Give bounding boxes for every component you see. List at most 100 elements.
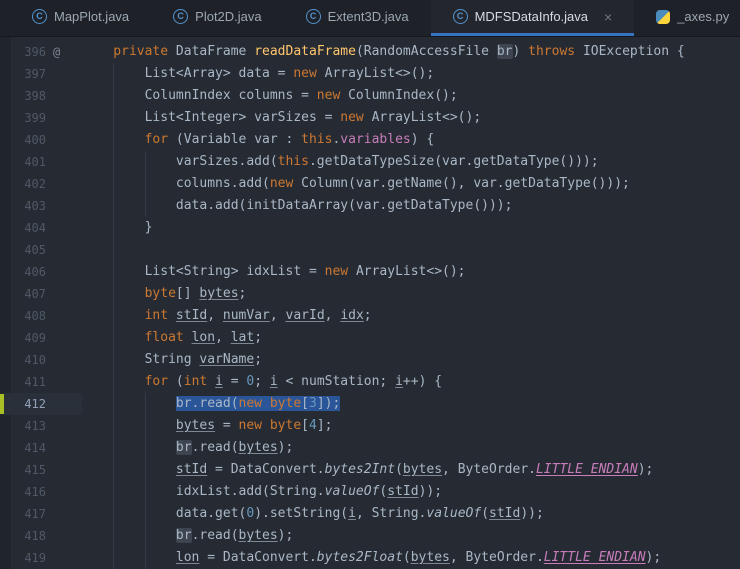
line-number[interactable]: 412 (0, 393, 46, 415)
code-line-397[interactable]: 397List<Array> data = new ArrayList<>(); (0, 63, 740, 85)
java-class-icon: C (453, 9, 468, 24)
line-number[interactable]: 417 (0, 503, 46, 525)
gutter[interactable]: 406 (0, 261, 82, 283)
gutter[interactable]: 408 (0, 305, 82, 327)
line-number[interactable]: 410 (0, 349, 46, 371)
line-number[interactable]: 404 (0, 217, 46, 239)
token: ( (176, 374, 184, 389)
gutter[interactable]: 413 (0, 415, 82, 437)
code-line-404[interactable]: 404} (0, 217, 740, 239)
gutter[interactable]: 416 (0, 481, 82, 503)
code-line-401[interactable]: 401varSizes.add(this.getDataTypeSize(var… (0, 151, 740, 173)
tab-mdfsdatainfo-java[interactable]: CMDFSDataInfo.java× (431, 0, 635, 36)
code-line-400[interactable]: 400 for (Variable var : this.variables) { (0, 129, 740, 151)
code-text: for (Variable var : this.variables) { (82, 129, 740, 151)
indent-guide (113, 261, 114, 283)
token: = DataConvert. (199, 550, 316, 565)
code-line-416[interactable]: 416idxList.add(String.valueOf(stId)); (0, 481, 740, 503)
code-line-396[interactable]: 396@private DataFrame readDataFrame(Rand… (0, 41, 740, 63)
gutter[interactable]: 417 (0, 503, 82, 525)
line-number[interactable]: 398 (0, 85, 46, 107)
gutter[interactable]: 412 (0, 393, 82, 415)
line-number[interactable]: 407 (0, 283, 46, 305)
token: data.get( (176, 506, 246, 521)
gutter[interactable]: 397 (0, 63, 82, 85)
code-text: stId = DataConvert.bytes2Int(bytes, Byte… (82, 459, 740, 481)
line-number[interactable]: 397 (0, 63, 46, 85)
gutter[interactable]: 419 (0, 547, 82, 569)
gutter[interactable]: 410 (0, 349, 82, 371)
code-line-417[interactable]: 417data.get(0).setString(i, String.value… (0, 503, 740, 525)
code-editor[interactable]: 396@private DataFrame readDataFrame(Rand… (0, 37, 740, 569)
tab-plot2d-java[interactable]: CPlot2D.java (151, 0, 283, 36)
line-number[interactable]: 399 (0, 107, 46, 129)
token: } (145, 220, 153, 235)
gutter[interactable]: 411 (0, 371, 82, 393)
code-line-418[interactable]: 418br.read(bytes); (0, 525, 740, 547)
gutter[interactable]: 403 (0, 195, 82, 217)
token: int (145, 308, 176, 323)
line-number[interactable]: 401 (0, 151, 46, 173)
code-text: float lon, lat; (82, 327, 740, 349)
code-line-403[interactable]: 403data.add(initDataArray(var.getDataTyp… (0, 195, 740, 217)
code-line-419[interactable]: 419lon = DataConvert.bytes2Float(bytes, … (0, 547, 740, 569)
gutter[interactable]: 401 (0, 151, 82, 173)
code-line-411[interactable]: 411for (int i = 0; i < numStation; i++) … (0, 371, 740, 393)
ide-window: CMapPlot.javaCPlot2D.javaCExtent3D.javaC… (0, 0, 740, 569)
code-line-398[interactable]: 398ColumnIndex columns = new ColumnIndex… (0, 85, 740, 107)
code-text: List<String> idxList = new ArrayList<>()… (82, 261, 740, 283)
indent-guide (113, 503, 114, 525)
tab--axes-py[interactable]: _axes.py (634, 0, 740, 36)
line-number[interactable]: 406 (0, 261, 46, 283)
code-line-402[interactable]: 402columns.add(new Column(var.getName(),… (0, 173, 740, 195)
gutter[interactable]: 402 (0, 173, 82, 195)
line-number[interactable]: 415 (0, 459, 46, 481)
gutter-annotation-icon[interactable]: @ (53, 41, 60, 63)
line-number[interactable]: 403 (0, 195, 46, 217)
gutter[interactable]: 414 (0, 437, 82, 459)
code-line-399[interactable]: 399List<Integer> varSizes = new ArrayLis… (0, 107, 740, 129)
line-number[interactable]: 400 (0, 129, 46, 151)
code-line-406[interactable]: 406 List<String> idxList = new ArrayList<… (0, 261, 740, 283)
tab-close-icon[interactable]: × (604, 10, 612, 24)
token: private (113, 44, 176, 59)
token: bytes2Int (325, 462, 395, 477)
code-line-407[interactable]: 407 byte[] bytes; (0, 283, 740, 305)
code-line-415[interactable]: 415 stId = DataConvert.bytes2Int(bytes, B… (0, 459, 740, 481)
code-line-412[interactable]: 412br.read(new byte[3]); (0, 393, 740, 415)
line-number[interactable]: 416 (0, 481, 46, 503)
line-number[interactable]: 411 (0, 371, 46, 393)
token: = (215, 418, 238, 433)
line-number[interactable]: 408 (0, 305, 46, 327)
tab-mapplot-java[interactable]: CMapPlot.java (10, 0, 151, 36)
line-number[interactable]: 396 (0, 41, 46, 63)
token: < numStation; (278, 374, 395, 389)
token: lon (192, 330, 215, 345)
code-line-413[interactable]: 413bytes = new byte[4]; (0, 415, 740, 437)
gutter[interactable]: 399 (0, 107, 82, 129)
line-number[interactable]: 419 (0, 547, 46, 569)
code-line-408[interactable]: 408int stId, numVar, varId, idx; (0, 305, 740, 327)
gutter[interactable]: 396 @ (0, 41, 82, 63)
code-text: byte[] bytes; (82, 283, 740, 305)
gutter[interactable]: 405 (0, 239, 82, 261)
gutter[interactable]: 407 (0, 283, 82, 305)
line-number[interactable]: 414 (0, 437, 46, 459)
code-line-405[interactable]: 405 (0, 239, 740, 261)
line-number[interactable]: 409 (0, 327, 46, 349)
code-line-410[interactable]: 410String varName; (0, 349, 740, 371)
gutter[interactable]: 400 (0, 129, 82, 151)
gutter[interactable]: 418 (0, 525, 82, 547)
gutter[interactable]: 409 (0, 327, 82, 349)
code-line-409[interactable]: 409 float lon, lat; (0, 327, 740, 349)
tab-extent3d-java[interactable]: CExtent3D.java (284, 0, 431, 36)
line-number[interactable]: 418 (0, 525, 46, 547)
code-line-414[interactable]: 414br.read(bytes); (0, 437, 740, 459)
gutter[interactable]: 404 (0, 217, 82, 239)
gutter[interactable]: 415 (0, 459, 82, 481)
gutter[interactable]: 398 (0, 85, 82, 107)
token: (RandomAccessFile (356, 44, 497, 59)
line-number[interactable]: 402 (0, 173, 46, 195)
line-number[interactable]: 413 (0, 415, 46, 437)
line-number[interactable]: 405 (0, 239, 46, 261)
